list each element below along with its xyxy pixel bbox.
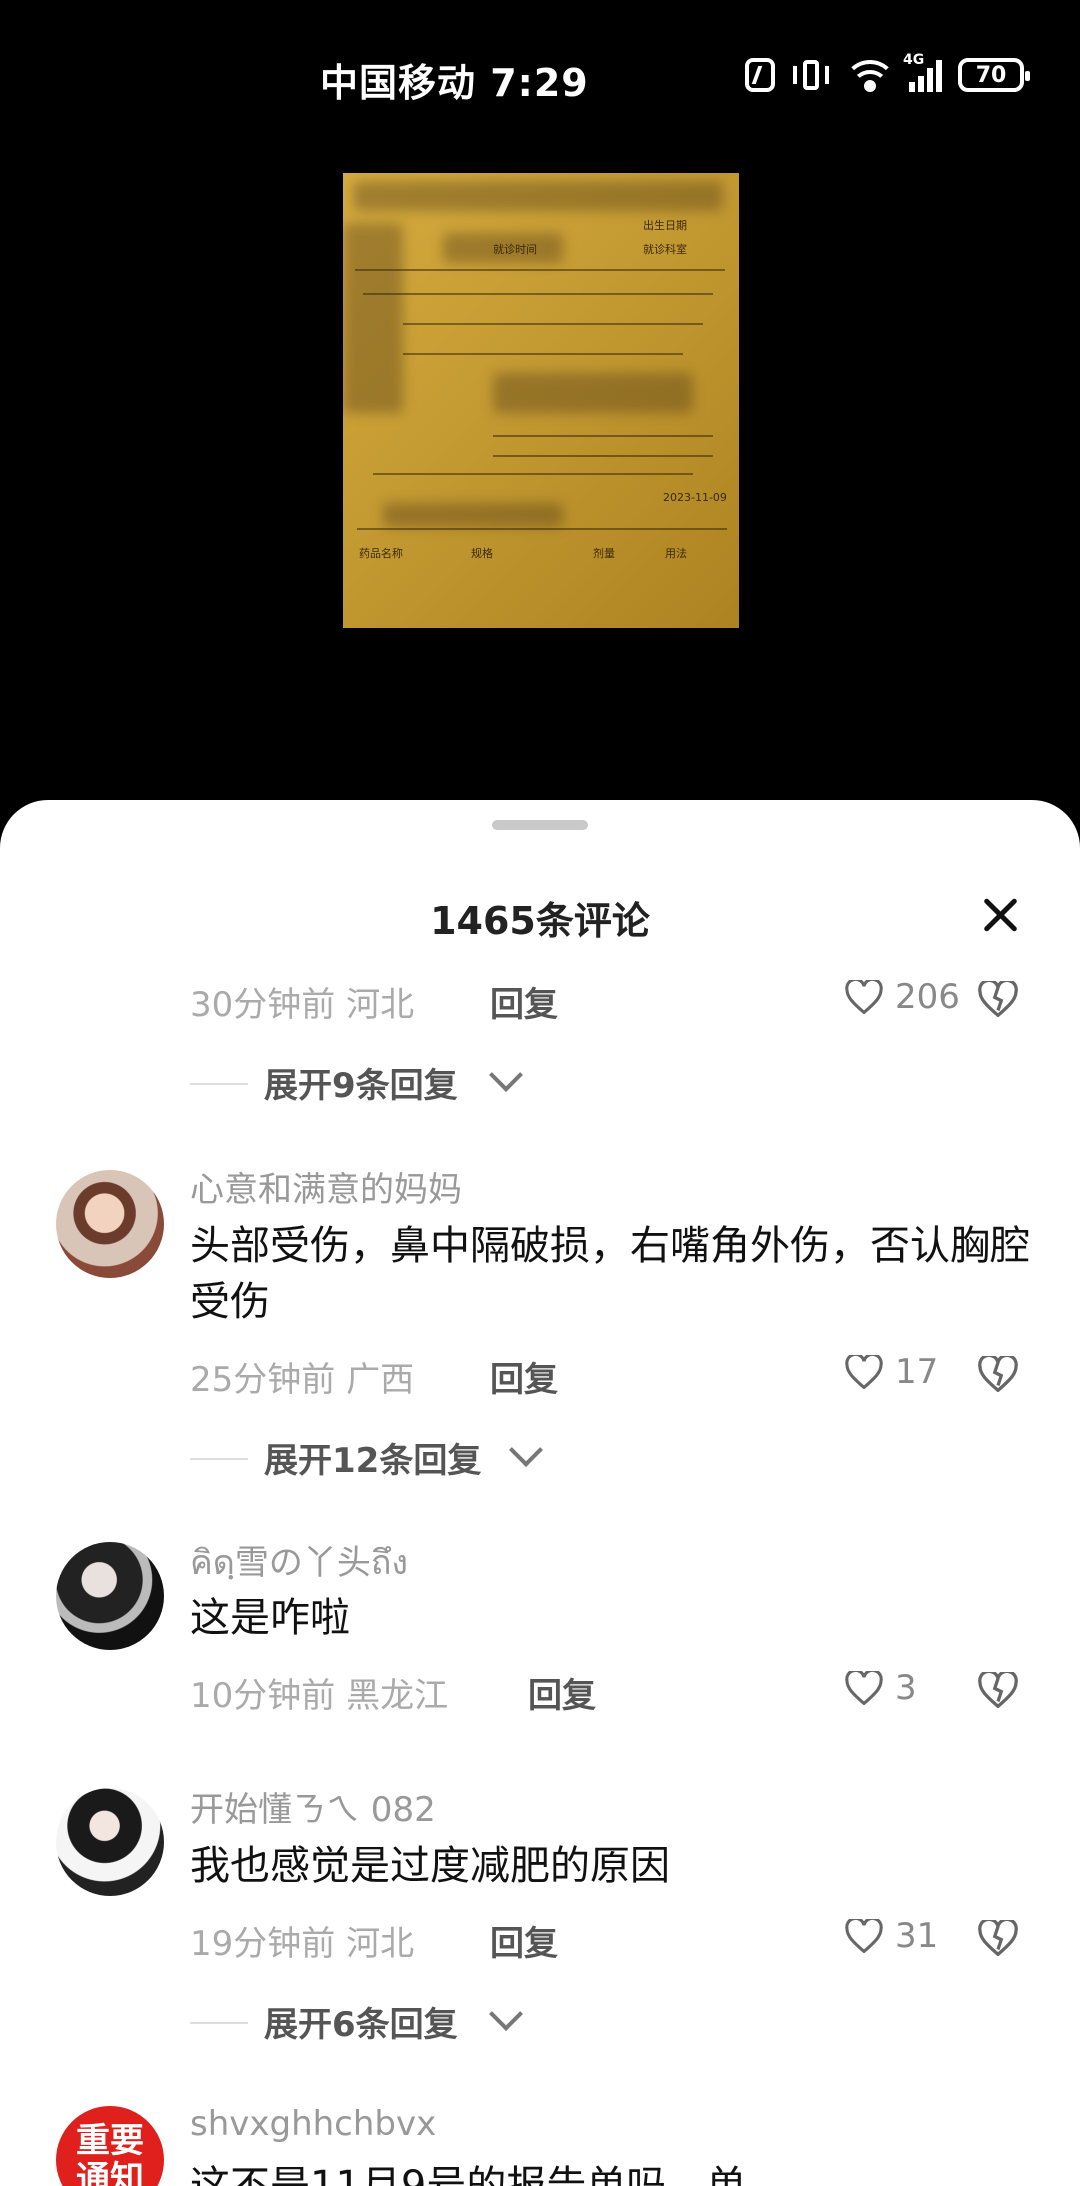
comment-username[interactable]: shvxghhchbvx: [190, 2104, 436, 2144]
like-button[interactable]: 17: [845, 1352, 938, 1392]
avatar[interactable]: 重要通知: [56, 2106, 164, 2186]
avatar[interactable]: [56, 1788, 164, 1896]
comment-region: 广西: [346, 1360, 415, 1400]
dislike-heart-icon[interactable]: [978, 1356, 1018, 1392]
heart-icon: [845, 1355, 883, 1389]
comment-meta: 19分钟前 河北: [190, 1916, 414, 1965]
expand-replies[interactable]: 展开12条回复: [264, 1433, 481, 1482]
carrier-time: 中国移动 7:29: [320, 61, 589, 105]
wifi-icon: [847, 58, 893, 92]
doc-text-dob: 出生日期: [643, 219, 687, 232]
comment-text: 这是咋啦: [190, 1595, 350, 1641]
comment-meta: 30分钟前 河北: [190, 977, 414, 1026]
dislike-heart-icon[interactable]: [978, 1672, 1018, 1708]
reply-button[interactable]: 回复: [490, 977, 558, 1026]
blurred-header: [353, 181, 723, 211]
like-count: 206: [895, 977, 960, 1017]
comment-username[interactable]: 心意和满意的妈妈: [190, 1162, 462, 1211]
comment-meta: 25分钟前 广西: [190, 1352, 414, 1401]
doc-text-dose: 剂量: [593, 547, 615, 560]
comment-text: 这不是11月9号的报告单吗，单...: [190, 2163, 785, 2186]
comment-text: 我也感觉是过度减肥的原因: [190, 1843, 670, 1889]
like-button[interactable]: 3: [845, 1668, 917, 1708]
chevron-down-icon: [489, 1997, 523, 2031]
expand-divider: [190, 2022, 248, 2024]
drag-handle[interactable]: [492, 820, 588, 830]
expand-divider: [190, 1083, 248, 1085]
blurred-labels: [343, 223, 403, 413]
like-button[interactable]: 31: [845, 1916, 938, 1956]
comment-time: 30分钟前: [190, 985, 336, 1025]
heart-icon: [845, 1671, 883, 1705]
signal-icon: 4G: [903, 52, 942, 92]
doc-text-visit-time: 就诊时间: [493, 243, 537, 256]
comment-region: 黑龙江: [346, 1676, 449, 1716]
comment-count-title: 1465条评论: [430, 899, 650, 943]
expand-replies[interactable]: 展开9条回复: [264, 1058, 458, 1107]
doc-line: [355, 269, 725, 271]
reply-button[interactable]: 回复: [528, 1668, 596, 1717]
doc-line: [403, 353, 683, 355]
vibrate-icon: [791, 58, 831, 92]
dislike-heart-icon[interactable]: [978, 1920, 1018, 1956]
avatar[interactable]: [56, 1170, 164, 1278]
like-button[interactable]: 206: [845, 977, 960, 1017]
nfc-icon: [745, 58, 775, 92]
heart-icon: [845, 1919, 883, 1953]
close-icon[interactable]: [980, 895, 1020, 935]
doc-text-usage: 用法: [665, 547, 687, 560]
expand-replies[interactable]: 展开6条回复: [264, 1997, 458, 2046]
comment-time: 25分钟前: [190, 1360, 336, 1400]
comment-time: 19分钟前: [190, 1924, 336, 1964]
comment-username[interactable]: คิดฺ雪の丫头ถึง: [190, 1535, 408, 1589]
dislike-heart-icon[interactable]: [978, 981, 1018, 1017]
comment-text: 头部受伤，鼻中隔破损，右嘴角外伤，否认胸腔受伤: [190, 1223, 1030, 1325]
comment-meta: 10分钟前 黑龙江: [190, 1668, 448, 1717]
battery-icon: 70: [958, 58, 1030, 92]
expand-divider: [190, 1458, 248, 1460]
chevron-down-icon: [509, 1433, 543, 1467]
avatar[interactable]: [56, 1542, 164, 1650]
like-count: 17: [895, 1352, 939, 1392]
doc-line: [493, 435, 713, 437]
blurred-vitals: [493, 373, 693, 413]
doc-line: [357, 528, 727, 530]
chevron-down-icon: [489, 1058, 523, 1092]
doc-text-spec: 规格: [471, 547, 493, 560]
like-count: 3: [895, 1668, 917, 1708]
doc-line: [363, 293, 713, 295]
avatar-label: 重要通知: [76, 2121, 144, 2186]
doc-text-dept: 就诊科室: [643, 243, 687, 256]
comment-sheet: 1465条评论 30分钟前 河北 回复 206 展开9条回复 心意和满意的妈妈 …: [0, 800, 1080, 2186]
comment-region: 河北: [346, 985, 415, 1025]
reply-button[interactable]: 回复: [490, 1916, 558, 1965]
document-image[interactable]: 出生日期 就诊时间 就诊科室 2023-11-09 药品名称 规格 剂量 用法: [343, 173, 739, 628]
network-label: 4G: [903, 52, 925, 68]
status-icons: 4G 70: [745, 52, 1030, 92]
like-count: 31: [895, 1916, 939, 1956]
doc-line: [493, 455, 713, 457]
comment-username[interactable]: 开始懂ㄋㄟ 082: [190, 1782, 436, 1831]
heart-icon: [845, 980, 883, 1014]
comment-time: 10分钟前: [190, 1676, 336, 1716]
comment-region: 河北: [346, 1924, 415, 1964]
doc-text-drug: 药品名称: [359, 547, 403, 560]
doc-line: [373, 473, 693, 475]
doc-line: [403, 323, 703, 325]
reply-button[interactable]: 回复: [490, 1352, 558, 1401]
doc-text-date: 2023-11-09: [663, 491, 727, 504]
status-bar: 中国移动 7:29 4G 70: [0, 0, 1080, 160]
blurred-row: [383, 503, 563, 527]
